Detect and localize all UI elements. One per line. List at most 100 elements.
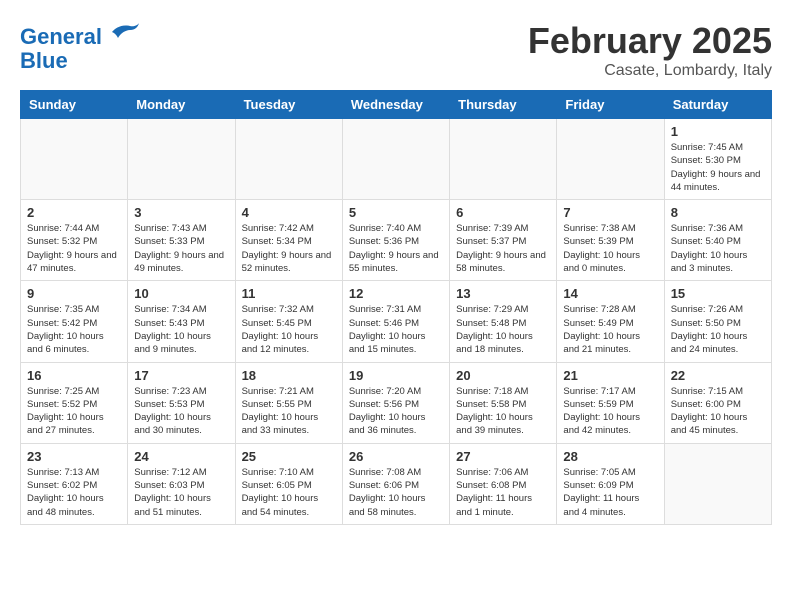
day-number: 1 (671, 124, 765, 139)
day-info: Sunrise: 7:45 AM Sunset: 5:30 PM Dayligh… (671, 141, 765, 194)
day-cell: 5 Sunrise: 7:40 AM Sunset: 5:36 PM Daylig… (342, 200, 449, 281)
day-cell: 2 Sunrise: 7:44 AM Sunset: 5:32 PM Daylig… (21, 200, 128, 281)
day-number: 8 (671, 205, 765, 220)
day-number: 16 (27, 368, 121, 383)
day-number: 9 (27, 286, 121, 301)
day-cell: 21 Sunrise: 7:17 AM Sunset: 5:59 PM Dayli… (557, 362, 664, 443)
day-number: 14 (563, 286, 657, 301)
day-cell: 10Sunrise: 7:34 AM Sunset: 5:43 PM Dayli… (128, 281, 235, 362)
day-cell: 25Sunrise: 7:10 AM Sunset: 6:05 PM Dayli… (235, 443, 342, 524)
day-cell: 6 Sunrise: 7:39 AM Sunset: 5:37 PM Daylig… (450, 200, 557, 281)
logo-text: General (20, 20, 140, 49)
day-cell (235, 119, 342, 200)
day-cell (342, 119, 449, 200)
day-info: Sunrise: 7:43 AM Sunset: 5:33 PM Dayligh… (134, 222, 228, 275)
day-info: Sunrise: 7:25 AM Sunset: 5:52 PM Dayligh… (27, 385, 121, 438)
day-cell: 20 Sunrise: 7:18 AM Sunset: 5:58 PM Dayli… (450, 362, 557, 443)
day-cell: 11 Sunrise: 7:32 AM Sunset: 5:45 PM Dayli… (235, 281, 342, 362)
day-cell (128, 119, 235, 200)
day-cell (450, 119, 557, 200)
week-row-4: 16 Sunrise: 7:25 AM Sunset: 5:52 PM Dayli… (21, 362, 772, 443)
month-title: February 2025 (528, 20, 772, 62)
day-cell: 19 Sunrise: 7:20 AM Sunset: 5:56 PM Dayli… (342, 362, 449, 443)
day-cell (21, 119, 128, 200)
day-number: 17 (134, 368, 228, 383)
header: General Blue February 2025 Casate, Lomba… (20, 20, 772, 80)
day-cell: 13 Sunrise: 7:29 AM Sunset: 5:48 PM Dayli… (450, 281, 557, 362)
day-number: 13 (456, 286, 550, 301)
day-info: Sunrise: 7:31 AM Sunset: 5:46 PM Dayligh… (349, 303, 443, 356)
day-cell: 9Sunrise: 7:35 AM Sunset: 5:42 PM Daylig… (21, 281, 128, 362)
day-cell: 17 Sunrise: 7:23 AM Sunset: 5:53 PM Dayli… (128, 362, 235, 443)
day-info: Sunrise: 7:44 AM Sunset: 5:32 PM Dayligh… (27, 222, 121, 275)
day-cell: 3 Sunrise: 7:43 AM Sunset: 5:33 PM Daylig… (128, 200, 235, 281)
day-number: 6 (456, 205, 550, 220)
day-cell: 28Sunrise: 7:05 AM Sunset: 6:09 PM Dayli… (557, 443, 664, 524)
day-info: Sunrise: 7:28 AM Sunset: 5:49 PM Dayligh… (563, 303, 657, 356)
week-row-3: 9Sunrise: 7:35 AM Sunset: 5:42 PM Daylig… (21, 281, 772, 362)
day-info: Sunrise: 7:18 AM Sunset: 5:58 PM Dayligh… (456, 385, 550, 438)
weekday-header-row: SundayMondayTuesdayWednesdayThursdayFrid… (21, 91, 772, 119)
logo-bird-icon (110, 20, 140, 44)
weekday-sunday: Sunday (21, 91, 128, 119)
day-cell: 27 Sunrise: 7:06 AM Sunset: 6:08 PM Dayli… (450, 443, 557, 524)
day-cell: 16 Sunrise: 7:25 AM Sunset: 5:52 PM Dayli… (21, 362, 128, 443)
day-info: Sunrise: 7:32 AM Sunset: 5:45 PM Dayligh… (242, 303, 336, 356)
week-row-2: 2 Sunrise: 7:44 AM Sunset: 5:32 PM Daylig… (21, 200, 772, 281)
day-cell (557, 119, 664, 200)
day-cell: 12 Sunrise: 7:31 AM Sunset: 5:46 PM Dayli… (342, 281, 449, 362)
day-number: 21 (563, 368, 657, 383)
day-cell: 4 Sunrise: 7:42 AM Sunset: 5:34 PM Daylig… (235, 200, 342, 281)
day-cell: 8Sunrise: 7:36 AM Sunset: 5:40 PM Daylig… (664, 200, 771, 281)
day-number: 15 (671, 286, 765, 301)
title-section: February 2025 Casate, Lombardy, Italy (528, 20, 772, 80)
day-number: 4 (242, 205, 336, 220)
calendar-body: 1 Sunrise: 7:45 AM Sunset: 5:30 PM Daylig… (21, 119, 772, 525)
day-cell: 24 Sunrise: 7:12 AM Sunset: 6:03 PM Dayli… (128, 443, 235, 524)
day-info: Sunrise: 7:20 AM Sunset: 5:56 PM Dayligh… (349, 385, 443, 438)
day-info: Sunrise: 7:15 AM Sunset: 6:00 PM Dayligh… (671, 385, 765, 438)
day-info: Sunrise: 7:17 AM Sunset: 5:59 PM Dayligh… (563, 385, 657, 438)
day-info: Sunrise: 7:39 AM Sunset: 5:37 PM Dayligh… (456, 222, 550, 275)
day-cell: 15 Sunrise: 7:26 AM Sunset: 5:50 PM Dayli… (664, 281, 771, 362)
day-info: Sunrise: 7:05 AM Sunset: 6:09 PM Dayligh… (563, 466, 657, 519)
weekday-wednesday: Wednesday (342, 91, 449, 119)
day-cell: 1 Sunrise: 7:45 AM Sunset: 5:30 PM Daylig… (664, 119, 771, 200)
weekday-saturday: Saturday (664, 91, 771, 119)
day-number: 2 (27, 205, 121, 220)
day-info: Sunrise: 7:42 AM Sunset: 5:34 PM Dayligh… (242, 222, 336, 275)
day-info: Sunrise: 7:13 AM Sunset: 6:02 PM Dayligh… (27, 466, 121, 519)
day-cell: 22Sunrise: 7:15 AM Sunset: 6:00 PM Dayli… (664, 362, 771, 443)
logo: General Blue (20, 20, 140, 73)
day-number: 20 (456, 368, 550, 383)
day-info: Sunrise: 7:08 AM Sunset: 6:06 PM Dayligh… (349, 466, 443, 519)
day-number: 12 (349, 286, 443, 301)
day-number: 24 (134, 449, 228, 464)
day-cell: 14 Sunrise: 7:28 AM Sunset: 5:49 PM Dayli… (557, 281, 664, 362)
day-info: Sunrise: 7:21 AM Sunset: 5:55 PM Dayligh… (242, 385, 336, 438)
day-number: 27 (456, 449, 550, 464)
day-info: Sunrise: 7:40 AM Sunset: 5:36 PM Dayligh… (349, 222, 443, 275)
day-number: 18 (242, 368, 336, 383)
day-number: 5 (349, 205, 443, 220)
logo-text-blue: Blue (20, 49, 140, 73)
weekday-monday: Monday (128, 91, 235, 119)
day-number: 3 (134, 205, 228, 220)
day-number: 23 (27, 449, 121, 464)
day-cell: 18 Sunrise: 7:21 AM Sunset: 5:55 PM Dayli… (235, 362, 342, 443)
day-cell: 7Sunrise: 7:38 AM Sunset: 5:39 PM Daylig… (557, 200, 664, 281)
day-number: 11 (242, 286, 336, 301)
day-info: Sunrise: 7:38 AM Sunset: 5:39 PM Dayligh… (563, 222, 657, 275)
day-info: Sunrise: 7:29 AM Sunset: 5:48 PM Dayligh… (456, 303, 550, 356)
day-info: Sunrise: 7:12 AM Sunset: 6:03 PM Dayligh… (134, 466, 228, 519)
day-info: Sunrise: 7:26 AM Sunset: 5:50 PM Dayligh… (671, 303, 765, 356)
day-info: Sunrise: 7:06 AM Sunset: 6:08 PM Dayligh… (456, 466, 550, 519)
day-cell: 23 Sunrise: 7:13 AM Sunset: 6:02 PM Dayli… (21, 443, 128, 524)
day-cell: 26Sunrise: 7:08 AM Sunset: 6:06 PM Dayli… (342, 443, 449, 524)
day-number: 10 (134, 286, 228, 301)
day-number: 19 (349, 368, 443, 383)
day-info: Sunrise: 7:23 AM Sunset: 5:53 PM Dayligh… (134, 385, 228, 438)
calendar: SundayMondayTuesdayWednesdayThursdayFrid… (20, 90, 772, 525)
weekday-friday: Friday (557, 91, 664, 119)
location-title: Casate, Lombardy, Italy (528, 62, 772, 80)
